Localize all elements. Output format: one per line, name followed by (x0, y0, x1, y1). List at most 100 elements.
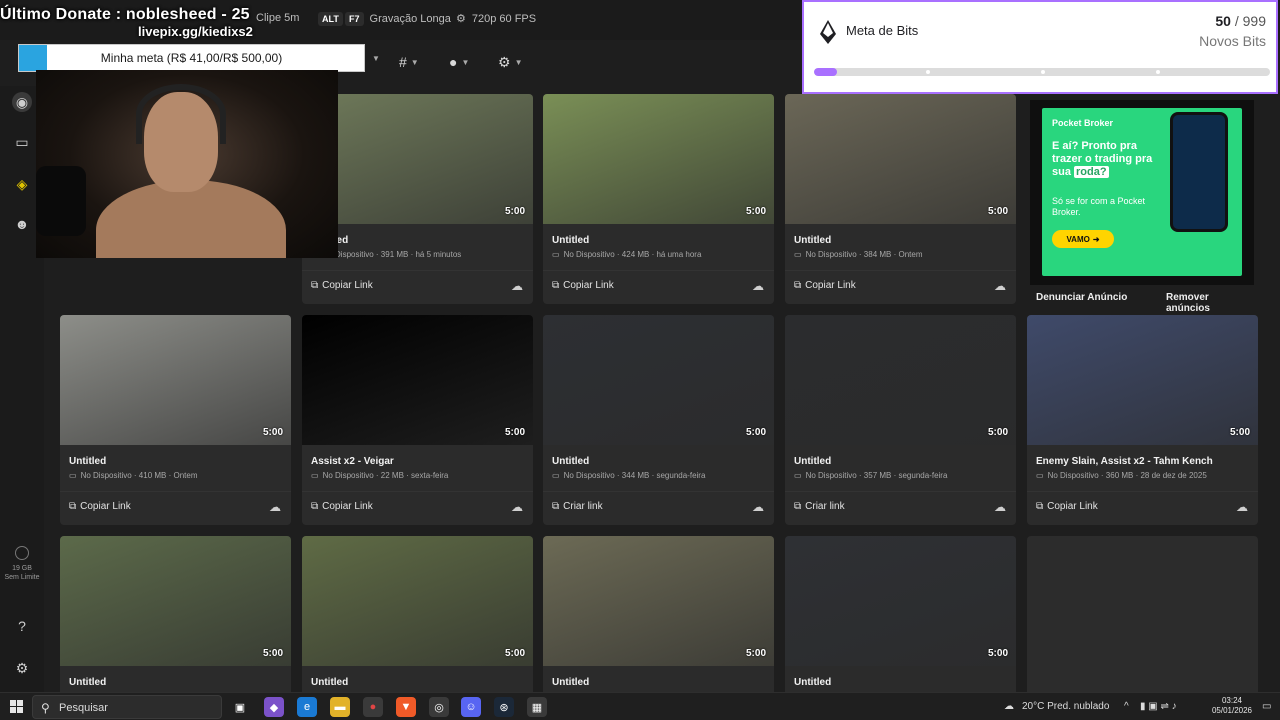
person-filter-button[interactable]: ● ▼ (449, 54, 469, 70)
clip-card[interactable]: 5:00 Untitled ▭ No Dispositivo · 344 MB · s… (543, 315, 774, 525)
hash-filter-button[interactable]: # ▼ (399, 54, 419, 70)
clip-title[interactable]: Enemy Slain, Assist x2 - Tahm Kench (1036, 456, 1213, 467)
link-icon: ⧉ (311, 280, 319, 291)
clip-link-button[interactable]: ⧉ Criar link (552, 501, 603, 512)
cloud-upload-icon[interactable]: ☁ (752, 500, 764, 514)
clip-title[interactable]: Untitled (552, 677, 589, 688)
clip-title[interactable]: Untitled (794, 235, 831, 246)
obs-icon[interactable]: ● (363, 697, 383, 717)
cloud-upload-icon[interactable]: ☁ (269, 500, 281, 514)
cloud-upload-icon[interactable]: ☁ (511, 279, 523, 293)
clip-thumbnail[interactable] (543, 315, 774, 445)
clip-card[interactable]: 5:00 Assist x2 - Veigar ▭ No Dispositivo · … (302, 315, 533, 525)
clip-meta-text: No Dispositivo · 344 MB · segunda-feira (563, 471, 706, 480)
app-icon[interactable]: ▦ (527, 697, 547, 717)
cloud-upload-icon[interactable]: ☁ (994, 500, 1006, 514)
divider (543, 270, 774, 271)
clip-card[interactable]: 5:00 Untitled ▭ No Dispositivo · 384 MB · O… (785, 94, 1016, 304)
link-icon: ⧉ (552, 280, 560, 291)
divider (302, 270, 533, 271)
dropdown-caret-button[interactable]: ▼ (372, 54, 380, 63)
clip-5m-hotkey[interactable]: Clipe 5m (256, 12, 299, 24)
divider (1027, 491, 1258, 492)
brave-icon[interactable]: ▼ (396, 697, 416, 717)
clip-app-icon[interactable]: ◎ (429, 697, 449, 717)
folder-icon[interactable]: ▭ (12, 132, 32, 152)
clip-thumbnail[interactable] (543, 94, 774, 224)
ad-banner[interactable]: Pocket Broker E aí? Pronto pra trazer o … (1042, 108, 1242, 276)
discord-icon[interactable]: ☺ (461, 697, 481, 717)
edge-icon[interactable]: e (297, 697, 317, 717)
weather-text[interactable]: 20°C Pred. nublado (1022, 701, 1109, 712)
clip-link-button[interactable]: ⧉ Criar link (794, 501, 845, 512)
clip-title[interactable]: Untitled (69, 677, 106, 688)
clip-card[interactable]: 5:00 Untitled ▭ No Dispositivo · 410 MB · O… (60, 315, 291, 525)
ad-headline-highlight: roda? (1074, 166, 1109, 178)
clip-link-label: Criar link (563, 501, 603, 512)
clip-thumbnail[interactable] (60, 536, 291, 666)
clip-title[interactable]: Assist x2 - Veigar (311, 456, 394, 467)
diamond-icon[interactable]: ◈ (12, 174, 32, 194)
clip-duration: 5:00 (987, 206, 1008, 217)
ad-cta-button[interactable]: VAMO ➜ (1052, 230, 1114, 248)
clip-duration: 5:00 (745, 648, 766, 659)
clip-title[interactable]: Untitled (552, 456, 589, 467)
chevron-up-icon[interactable]: ^ (1124, 701, 1129, 712)
clip-card[interactable]: 5:00 Enemy Slain, Assist x2 - Tahm Kench ▭… (1027, 315, 1258, 525)
hash-icon: # (399, 54, 407, 70)
task-view-icon[interactable]: ▣ (230, 697, 250, 717)
device-icon: ▭ (794, 471, 802, 480)
clip-title[interactable]: Untitled (552, 235, 589, 246)
clip-thumbnail[interactable] (302, 315, 533, 445)
remove-ads-link[interactable]: Remover anúncios (1166, 292, 1254, 314)
tray-icons[interactable]: ▮ ▣ ⇌ ♪ (1140, 701, 1177, 712)
clip-title[interactable]: Untitled (794, 456, 831, 467)
taskbar-search[interactable]: ⚲ Pesquisar (32, 695, 222, 719)
settings-filter-button[interactable]: ⚙ ▼ (498, 54, 522, 71)
clip-title[interactable]: Untitled (69, 456, 106, 467)
clip-link-button[interactable]: ⧉ Copiar Link (794, 280, 856, 291)
clip-thumbnail[interactable] (302, 536, 533, 666)
cloud-upload-icon[interactable]: ☁ (511, 500, 523, 514)
cloud-upload-icon[interactable]: ☁ (994, 279, 1006, 293)
cloud-upload-icon[interactable]: ☁ (1236, 500, 1248, 514)
ad-brand: Pocket Broker (1052, 118, 1114, 128)
clip-card[interactable]: 5:00 Untitled ▭ No Dispositivo · 424 MB · h… (543, 94, 774, 304)
clip-link-button[interactable]: ⧉ Copiar Link (311, 280, 373, 291)
clip-link-label: Copiar Link (563, 280, 614, 291)
copilot-icon[interactable]: ◆ (264, 697, 284, 717)
clip-title[interactable]: Untitled (794, 677, 831, 688)
cloud-upload-icon[interactable]: ☁ (752, 279, 764, 293)
quality-setting[interactable]: ⚙ 720p 60 FPS (456, 12, 536, 26)
clip-thumbnail[interactable] (785, 536, 1016, 666)
clip-thumbnail[interactable] (785, 315, 1016, 445)
system-clock[interactable]: 03:24 05/01/2026 (1212, 696, 1252, 716)
clip-card[interactable]: 5:00 Untitled ▭ No Dispositivo · 357 MB · s… (785, 315, 1016, 525)
clip-link-button[interactable]: ⧉ Copiar Link (1036, 501, 1098, 512)
windows-start-icon[interactable] (10, 700, 23, 713)
file-explorer-icon[interactable]: ▬ (330, 697, 350, 717)
clip-thumbnail[interactable] (543, 536, 774, 666)
clip-thumbnail[interactable] (785, 94, 1016, 224)
device-icon: ▭ (794, 250, 802, 259)
clip-meta: ▭ No Dispositivo · 357 MB · segunda-feira (794, 471, 947, 480)
webcam-feed (36, 70, 338, 258)
clips-nav-icon[interactable]: ◉ (12, 92, 32, 112)
people-icon[interactable]: ☻ (12, 214, 32, 234)
settings-icon[interactable]: ⚙ (12, 658, 32, 678)
link-icon: ⧉ (311, 501, 319, 512)
steam-icon[interactable]: ⊛ (494, 697, 514, 717)
bits-title: Meta de Bits (846, 23, 919, 38)
clip-link-button[interactable]: ⧉ Copiar Link (311, 501, 373, 512)
help-icon[interactable]: ? (12, 616, 32, 636)
clip-link-button[interactable]: ⧉ Copiar Link (552, 280, 614, 291)
clip-thumbnail[interactable] (60, 315, 291, 445)
notification-icon[interactable]: ▭ (1262, 701, 1271, 712)
clip-title[interactable]: Untitled (311, 677, 348, 688)
clip-duration: 5:00 (1229, 427, 1250, 438)
alt-hotkey[interactable]: ALT (318, 12, 343, 26)
clip-link-button[interactable]: ⧉ Copiar Link (69, 501, 131, 512)
clip-thumbnail[interactable] (1027, 315, 1258, 445)
long-recording-hotkey[interactable]: F7 Gravação Longa (345, 12, 451, 26)
report-ad-link[interactable]: Denunciar Anúncio (1036, 292, 1127, 303)
